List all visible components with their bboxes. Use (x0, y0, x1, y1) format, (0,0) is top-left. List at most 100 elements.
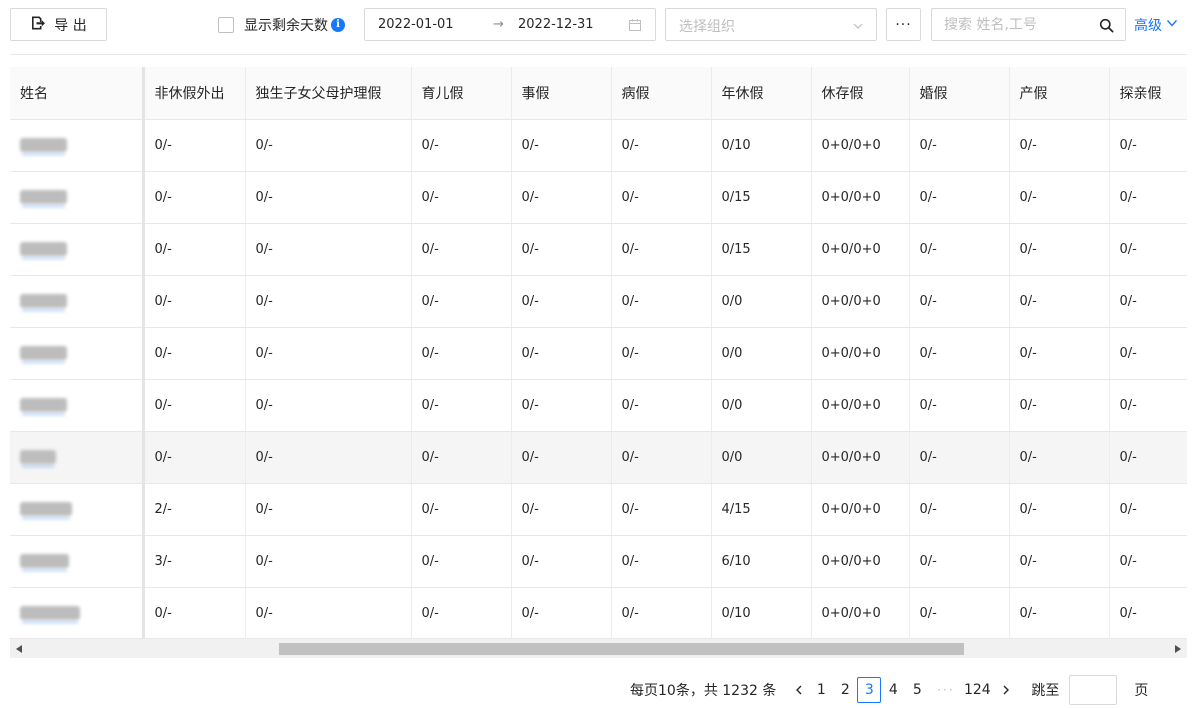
export-button[interactable]: 导 出 (10, 8, 107, 41)
leave-balance-cell: 0/- (1009, 535, 1110, 588)
page-item[interactable]: 4 (881, 677, 905, 703)
redacted-employee-name[interactable] (20, 346, 67, 363)
leave-balance-cell: 0/- (611, 275, 712, 328)
redacted-employee-name[interactable] (20, 190, 67, 207)
redacted-employee-name[interactable] (20, 502, 72, 519)
leave-balance-cell: 0/- (511, 379, 612, 432)
column-header[interactable]: 事假 (511, 67, 612, 120)
table-row[interactable]: 0/- 0/- 0/- 0/- 0/- 0/0 0+0/0+0 0/- 0/- 0/- (10, 275, 1187, 328)
leave-balance-cell: 0/- (611, 379, 712, 432)
leave-balance-cell: 0/- (611, 535, 712, 588)
date-separator: → (493, 17, 504, 32)
leave-balance-cell: 0/- (1109, 327, 1187, 380)
search-box (931, 8, 1126, 41)
pagination-total: 每页10条，共 1232 条 (630, 683, 777, 699)
next-page-button[interactable] (996, 685, 1016, 695)
column-header[interactable]: 非休假外出 (143, 67, 246, 120)
table-row[interactable]: 3/- 0/- 0/- 0/- 0/- 6/10 0+0/0+0 0/- 0/- 0/- (10, 535, 1187, 588)
column-header[interactable]: 独生子女父母护理假 (245, 67, 412, 120)
employee-name-cell[interactable] (10, 275, 145, 328)
redacted-employee-name[interactable] (20, 242, 67, 259)
table-row[interactable]: 0/- 0/- 0/- 0/- 0/- 0/0 0+0/0+0 0/- 0/- 0/- (10, 379, 1187, 432)
table-row[interactable]: 0/- 0/- 0/- 0/- 0/- 0/10 0+0/0+0 0/- 0/- 0/- (10, 587, 1187, 640)
table-row[interactable]: 0/- 0/- 0/- 0/- 0/- 0/0 0+0/0+0 0/- 0/- 0/- (10, 327, 1187, 380)
leave-balance-cell: 0/- (245, 483, 412, 536)
leave-balance-cell: 0/- (1109, 535, 1187, 588)
page-list: 12345 (809, 677, 929, 703)
column-header[interactable]: 产假 (1009, 67, 1110, 120)
more-options-button[interactable]: ··· (886, 8, 921, 41)
employee-name-cell[interactable] (10, 483, 145, 536)
leave-balance-cell: 0/15 (711, 171, 812, 224)
column-header[interactable]: 育儿假 (411, 67, 512, 120)
date-start[interactable]: 2022-01-01 (378, 17, 454, 32)
table-row[interactable]: 0/- 0/- 0/- 0/- 0/- 0/10 0+0/0+0 0/- 0/- 0/- (10, 119, 1187, 172)
leave-balance-cell: 0/- (909, 379, 1010, 432)
employee-name-cell[interactable] (10, 431, 145, 484)
redacted-employee-name[interactable] (20, 606, 80, 623)
leave-balance-cell: 0/- (511, 171, 612, 224)
column-header[interactable]: 姓名 (10, 67, 145, 120)
leave-balance-cell: 6/10 (711, 535, 812, 588)
page-item-last[interactable]: 124 (962, 677, 992, 703)
page-suffix-label: 页 (1134, 683, 1149, 699)
leave-balance-cell: 0/- (245, 431, 412, 484)
scroll-right-arrow-icon[interactable] (1171, 642, 1185, 656)
page-item[interactable]: 1 (809, 677, 833, 703)
show-remaining-checkbox[interactable] (218, 16, 234, 33)
calendar-icon (628, 18, 642, 32)
employee-name-cell[interactable] (10, 119, 145, 172)
redacted-employee-name[interactable] (20, 138, 67, 155)
leave-balance-cell: 0/- (1109, 119, 1187, 172)
horizontal-scrollbar[interactable] (10, 638, 1187, 658)
page-item[interactable]: 2 (833, 677, 857, 703)
leave-table-container: 姓名 非休假外出 独生子女父母护理假 育儿假 事假 病假 年休假 休存假 婚假 产假 探亲假 0/-… (10, 67, 1187, 658)
employee-name-cell[interactable] (10, 327, 145, 380)
column-header[interactable]: 休存假 (811, 67, 910, 120)
leave-balance-cell: 0/- (1009, 379, 1110, 432)
search-icon[interactable] (1099, 18, 1114, 33)
leave-balance-cell: 0/- (411, 587, 512, 640)
search-input[interactable] (944, 15, 1094, 35)
leave-balance-cell: 0/- (143, 587, 246, 640)
column-header[interactable]: 婚假 (909, 67, 1010, 120)
pagination-ellipsis[interactable]: ··· (929, 683, 962, 697)
redacted-employee-name[interactable] (20, 450, 56, 467)
scroll-left-arrow-icon[interactable] (12, 642, 26, 656)
redacted-employee-name[interactable] (20, 554, 69, 571)
table-body: 0/- 0/- 0/- 0/- 0/- 0/10 0+0/0+0 0/- 0/- 0/- 0/- 0/… (10, 119, 1187, 640)
employee-name-cell[interactable] (10, 379, 145, 432)
table-row[interactable]: 2/- 0/- 0/- 0/- 0/- 4/15 0+0/0+0 0/- 0/- 0/- (10, 483, 1187, 536)
employee-name-cell[interactable] (10, 223, 145, 276)
export-icon (30, 15, 46, 35)
column-header[interactable]: 病假 (611, 67, 712, 120)
leave-balance-cell: 0/- (1009, 431, 1110, 484)
table-row[interactable]: 0/- 0/- 0/- 0/- 0/- 0/15 0+0/0+0 0/- 0/- 0/- (10, 171, 1187, 224)
info-icon[interactable]: i (331, 17, 345, 32)
redacted-employee-name[interactable] (20, 398, 67, 415)
employee-name-cell[interactable] (10, 587, 145, 640)
show-remaining-toggle[interactable]: 显示剩余天数 i (218, 8, 345, 41)
employee-name-cell[interactable] (10, 535, 145, 588)
leave-balance-cell: 0/- (1009, 275, 1110, 328)
leave-balance-cell: 3/- (143, 535, 246, 588)
date-range-picker[interactable]: 2022-01-01 → 2022-12-31 (364, 8, 656, 41)
employee-name-cell[interactable] (10, 171, 145, 224)
scrollbar-thumb[interactable] (279, 643, 964, 655)
column-header[interactable]: 年休假 (711, 67, 812, 120)
advanced-filter-toggle[interactable]: 高级 (1134, 8, 1178, 41)
date-end[interactable]: 2022-12-31 (518, 17, 594, 32)
leave-balance-cell: 0/- (909, 535, 1010, 588)
table-row[interactable]: 0/- 0/- 0/- 0/- 0/- 0/15 0+0/0+0 0/- 0/- 0/- (10, 223, 1187, 276)
leave-balance-cell: 0/- (1009, 119, 1110, 172)
column-header[interactable]: 探亲假 (1109, 67, 1187, 120)
page-item[interactable]: 3 (857, 677, 882, 703)
table-row[interactable]: 0/- 0/- 0/- 0/- 0/- 0/0 0+0/0+0 0/- 0/- 0/- (10, 431, 1187, 484)
prev-page-button[interactable] (789, 685, 809, 695)
redacted-employee-name[interactable] (20, 294, 67, 311)
table-header-row: 姓名 非休假外出 独生子女父母护理假 育儿假 事假 病假 年休假 休存假 婚假 产假 探亲假 (10, 67, 1187, 120)
jump-to-input[interactable] (1069, 675, 1118, 705)
org-select[interactable]: 选择组织 (665, 8, 877, 41)
leave-balance-cell: 0/- (1109, 223, 1187, 276)
page-item[interactable]: 5 (905, 677, 929, 703)
